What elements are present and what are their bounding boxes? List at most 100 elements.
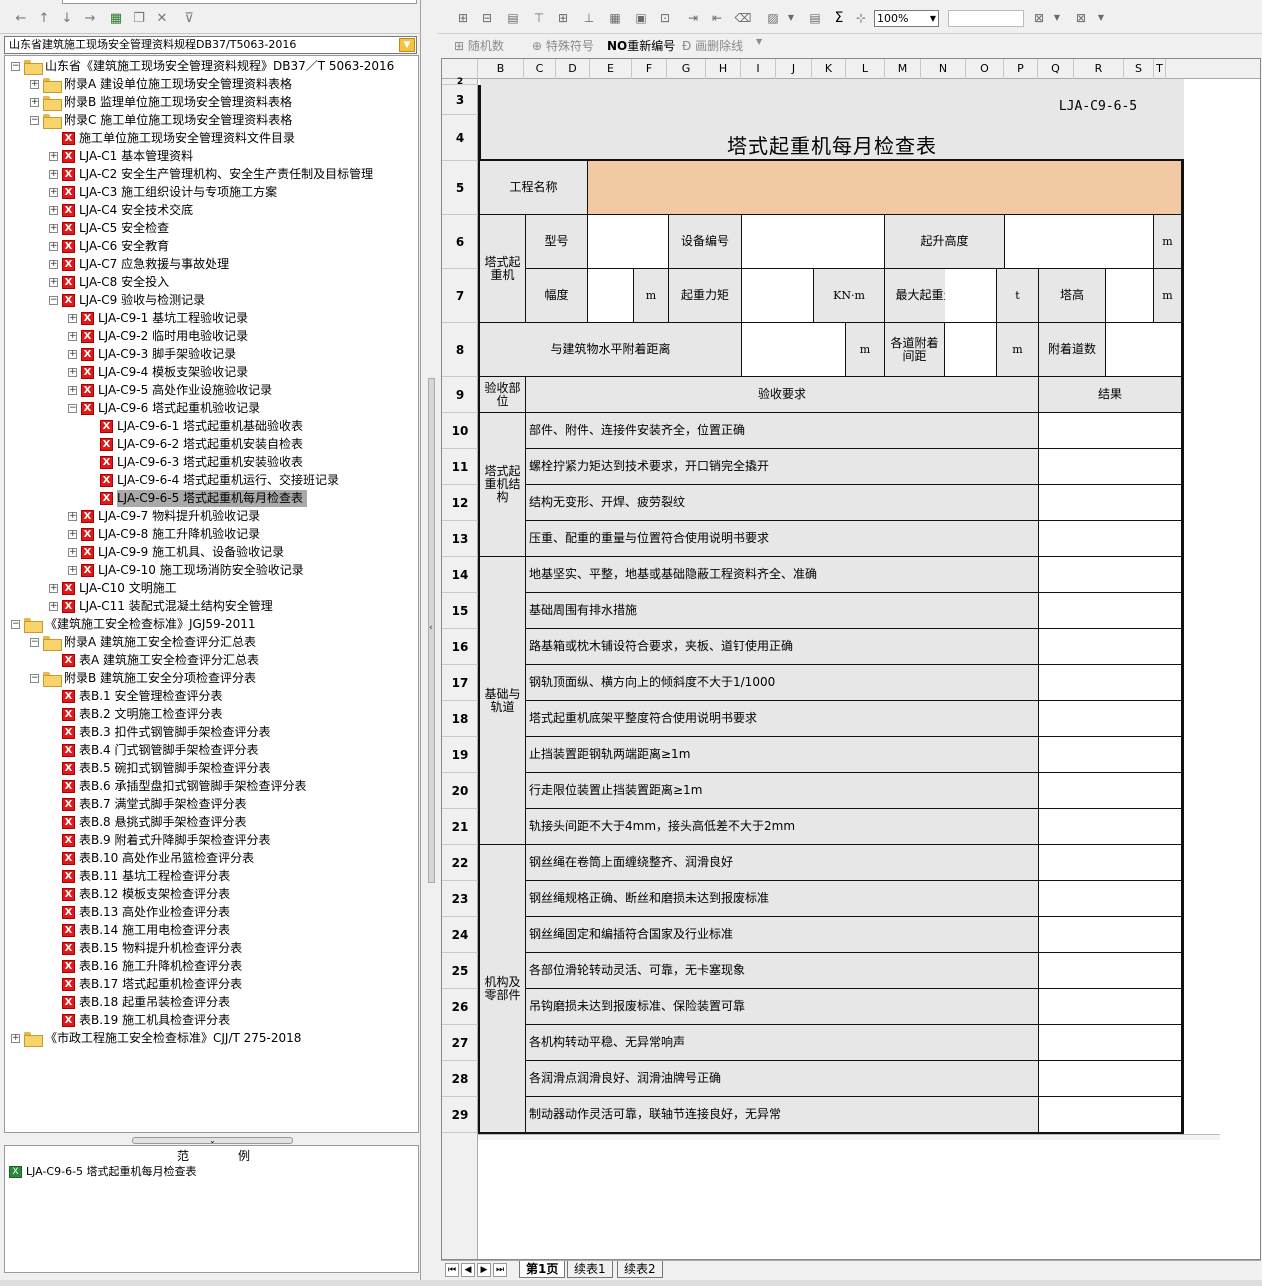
device-no-input[interactable] bbox=[742, 215, 885, 269]
tree-node[interactable]: + X LJA-C2 安全生产管理机构、安全生产责任制及目标管理 bbox=[5, 166, 417, 183]
tree-node[interactable]: + X LJA-C9-9 施工机具、设备验收记录 bbox=[5, 544, 417, 561]
tree-node[interactable]: + 《市政工程施工安全检查标准》CJJ/T 275-2018 bbox=[5, 1030, 417, 1047]
tree-node[interactable]: X 表B.7 满堂式脚手架检查评分表 bbox=[5, 796, 417, 813]
tree-node[interactable]: X 表B.17 塔式起重机检查评分表 bbox=[5, 976, 417, 993]
row-header[interactable]: 27 bbox=[442, 1025, 478, 1061]
row-header[interactable]: 8 bbox=[442, 323, 478, 377]
tree-node[interactable]: + X LJA-C9-8 施工升降机验收记录 bbox=[5, 526, 417, 543]
expand-icon[interactable]: + bbox=[11, 1034, 20, 1043]
tree-node[interactable]: + X LJA-C9-2 临时用电验收记录 bbox=[5, 328, 417, 345]
zoom-select[interactable]: 100% bbox=[874, 10, 939, 27]
delete-icon[interactable]: ✕ bbox=[153, 10, 171, 28]
result-input[interactable] bbox=[1039, 629, 1182, 665]
max-weight-input[interactable] bbox=[945, 269, 997, 323]
forward-arrow-icon[interactable]: → bbox=[81, 10, 99, 28]
row-header[interactable]: 6 bbox=[442, 215, 478, 269]
model-input[interactable] bbox=[588, 215, 669, 269]
tree-node[interactable]: X 表B.5 碗扣式钢管脚手架检查评分表 bbox=[5, 760, 417, 777]
indent-icon[interactable]: ⇥ bbox=[684, 10, 702, 26]
tree-node[interactable]: X 表B.6 承插型盘扣式钢管脚手架检查评分表 bbox=[5, 778, 417, 795]
tree-node[interactable]: + X LJA-C9-1 基坑工程验收记录 bbox=[5, 310, 417, 327]
tree-node[interactable]: + X LJA-C9-10 施工现场消防安全验收记录 bbox=[5, 562, 417, 579]
table-icon[interactable]: ▦ bbox=[606, 10, 624, 26]
tree-node[interactable]: − 《建筑施工安全检查标准》JGJ59-2011 bbox=[5, 616, 417, 633]
fill-icon[interactable]: ▤ bbox=[504, 10, 522, 26]
tree-node[interactable]: + X LJA-C9-4 模板支架验收记录 bbox=[5, 364, 417, 381]
tree-node[interactable]: + X LJA-C9-5 高处作业设施验收记录 bbox=[5, 382, 417, 399]
expand-icon[interactable]: + bbox=[49, 206, 58, 215]
row-header[interactable]: 26 bbox=[442, 989, 478, 1025]
tree-node[interactable]: + X LJA-C9-3 脚手架验收记录 bbox=[5, 346, 417, 363]
column-header[interactable]: F bbox=[632, 59, 667, 79]
row-header[interactable]: 21 bbox=[442, 809, 478, 845]
calc-icon[interactable]: ▤ bbox=[806, 10, 824, 26]
expand-icon[interactable]: + bbox=[49, 602, 58, 611]
attach-spacing-input[interactable] bbox=[945, 323, 997, 377]
row-header[interactable]: 12 bbox=[442, 485, 478, 521]
up-arrow-icon[interactable]: ↑ bbox=[35, 10, 53, 28]
collapse-icon[interactable]: − bbox=[30, 674, 39, 683]
row-header[interactable]: 13 bbox=[442, 521, 478, 557]
outdent-icon[interactable]: ⇤ bbox=[708, 10, 726, 26]
border-all-icon[interactable]: ⊠ bbox=[1072, 10, 1090, 26]
tree-node[interactable]: X 表B.15 物料提升机检查评分表 bbox=[5, 940, 417, 957]
tree-node[interactable]: + X LJA-C9-7 物料提升机验收记录 bbox=[5, 508, 417, 525]
tree-node[interactable]: + X LJA-C10 文明施工 bbox=[5, 580, 417, 597]
result-input[interactable] bbox=[1039, 593, 1182, 629]
document-tree[interactable]: − 山东省《建筑施工现场安全管理资料规程》DB37／T 5063-2016 + 附录A… bbox=[4, 55, 419, 1133]
expand-icon[interactable]: + bbox=[49, 188, 58, 197]
tree-node[interactable]: + 附录B 监理单位施工现场安全管理资料表格 bbox=[5, 94, 417, 111]
result-input[interactable] bbox=[1039, 1061, 1182, 1097]
tree-node[interactable]: + X LJA-C8 安全投入 bbox=[5, 274, 417, 291]
result-input[interactable] bbox=[1039, 557, 1182, 593]
tree-node[interactable]: − 山东省《建筑施工现场安全管理资料规程》DB37／T 5063-2016 bbox=[5, 58, 417, 75]
dropdown-arrow-icon[interactable]: ▼ bbox=[399, 38, 415, 52]
result-input[interactable] bbox=[1039, 1097, 1182, 1133]
row-header[interactable]: 23 bbox=[442, 881, 478, 917]
tower-height-input[interactable] bbox=[1106, 269, 1154, 323]
column-header[interactable]: L bbox=[846, 59, 885, 79]
function-icon[interactable]: ⊹ bbox=[852, 10, 870, 26]
amplitude-input[interactable] bbox=[588, 269, 634, 323]
row-header[interactable]: 14 bbox=[442, 557, 478, 593]
row-header[interactable]: 15 bbox=[442, 593, 478, 629]
tree-node[interactable]: + X LJA-C6 安全教育 bbox=[5, 238, 417, 255]
legend-item[interactable]: X LJA-C9-6-5 塔式起重机每月检查表 bbox=[9, 1163, 197, 1179]
result-input[interactable] bbox=[1039, 881, 1182, 917]
spreadsheet[interactable]: BCDEFGHIJKLMNOPQRST 2 3 4 5 6 7 8 9 10 11 12 13 14 15… bbox=[441, 58, 1261, 1260]
eraser-icon[interactable]: ⌫ bbox=[734, 10, 752, 26]
expand-icon[interactable]: + bbox=[49, 170, 58, 179]
row-header[interactable]: 16 bbox=[442, 629, 478, 665]
renumber-button[interactable]: NO重新编号 bbox=[607, 37, 675, 54]
picture-dropdown-icon[interactable]: ▼ bbox=[782, 10, 800, 26]
border-dropdown-icon[interactable]: ▼ bbox=[1048, 10, 1066, 26]
tree-node[interactable]: X 表B.8 悬挑式脚手架检查评分表 bbox=[5, 814, 417, 831]
tree-icon[interactable]: ⊤ bbox=[530, 10, 548, 26]
back-arrow-icon[interactable]: ← bbox=[12, 10, 30, 28]
tree-node[interactable]: X 表B.12 模板支架检查评分表 bbox=[5, 886, 417, 903]
copy-icon[interactable]: ❐ bbox=[130, 10, 148, 28]
column-header[interactable]: H bbox=[706, 59, 741, 79]
tree-node[interactable]: X LJA-C9-6-3 塔式起重机安装验收表 bbox=[5, 454, 417, 471]
result-input[interactable] bbox=[1039, 953, 1182, 989]
result-input[interactable] bbox=[1039, 737, 1182, 773]
tree-node[interactable]: X 表B.9 附着式升降脚手架检查评分表 bbox=[5, 832, 417, 849]
column-header[interactable]: T bbox=[1154, 59, 1166, 79]
expand-icon[interactable]: + bbox=[68, 350, 77, 359]
tree-node[interactable]: − X LJA-C9-6 塔式起重机验收记录 bbox=[5, 400, 417, 417]
panel-splitter[interactable]: ⌄ bbox=[132, 1137, 293, 1145]
tree-node[interactable]: − X LJA-C9 验收与检测记录 bbox=[5, 292, 417, 309]
strike-delete-dropdown-icon[interactable]: ▼ bbox=[756, 37, 762, 46]
column-header[interactable]: C bbox=[524, 59, 556, 79]
lock-icon[interactable]: ⊡ bbox=[656, 10, 674, 26]
expand-icon[interactable]: + bbox=[49, 242, 58, 251]
row-header[interactable]: 11 bbox=[442, 449, 478, 485]
row-header[interactable]: 4 bbox=[442, 115, 478, 161]
tree-node[interactable]: X 表B.1 安全管理检查评分表 bbox=[5, 688, 417, 705]
result-input[interactable] bbox=[1039, 701, 1182, 737]
expand-icon[interactable]: + bbox=[49, 152, 58, 161]
tree-node[interactable]: + X LJA-C11 装配式混凝土结构安全管理 bbox=[5, 598, 417, 615]
project-name-input[interactable] bbox=[588, 161, 1182, 215]
tree-node[interactable]: X 表B.11 基坑工程检查评分表 bbox=[5, 868, 417, 885]
expand-icon[interactable]: + bbox=[30, 80, 39, 89]
